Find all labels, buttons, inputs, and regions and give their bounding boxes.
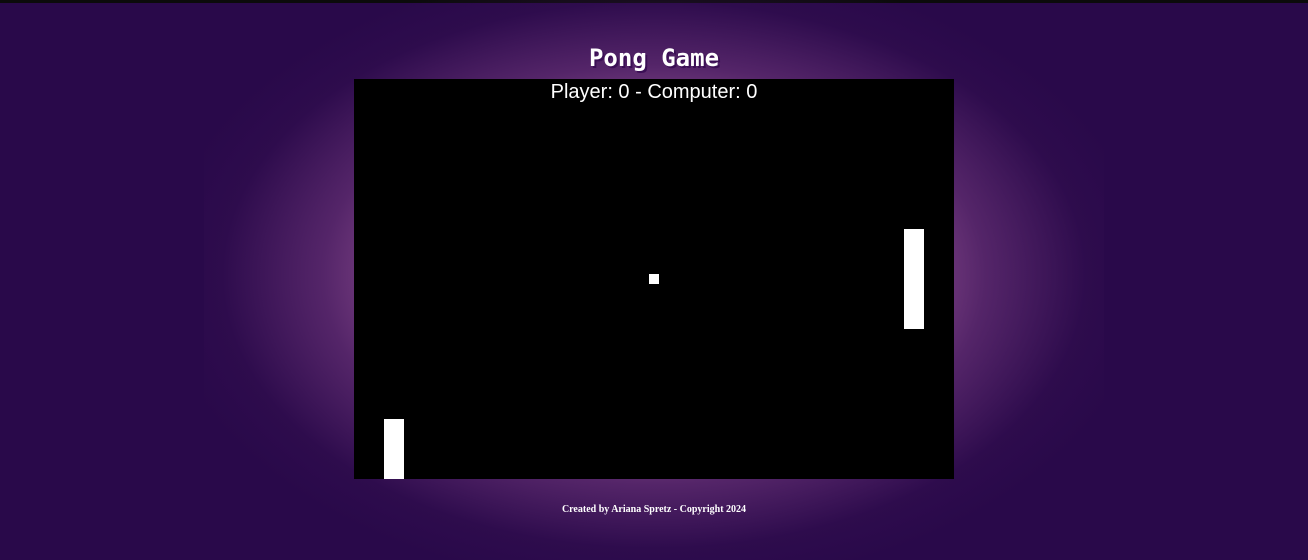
ball [649,274,659,284]
page-title: Pong Game [588,44,720,73]
computer-paddle [904,229,924,329]
footer-copyright: Created by Ariana Spretz - Copyright 202… [561,504,747,515]
scoreboard: Player: 0 - Computer: 0 [550,81,758,103]
game-canvas[interactable]: Player: 0 - Computer: 0 [354,79,954,479]
player-paddle[interactable] [384,419,404,479]
browser-top-edge [0,0,1308,3]
